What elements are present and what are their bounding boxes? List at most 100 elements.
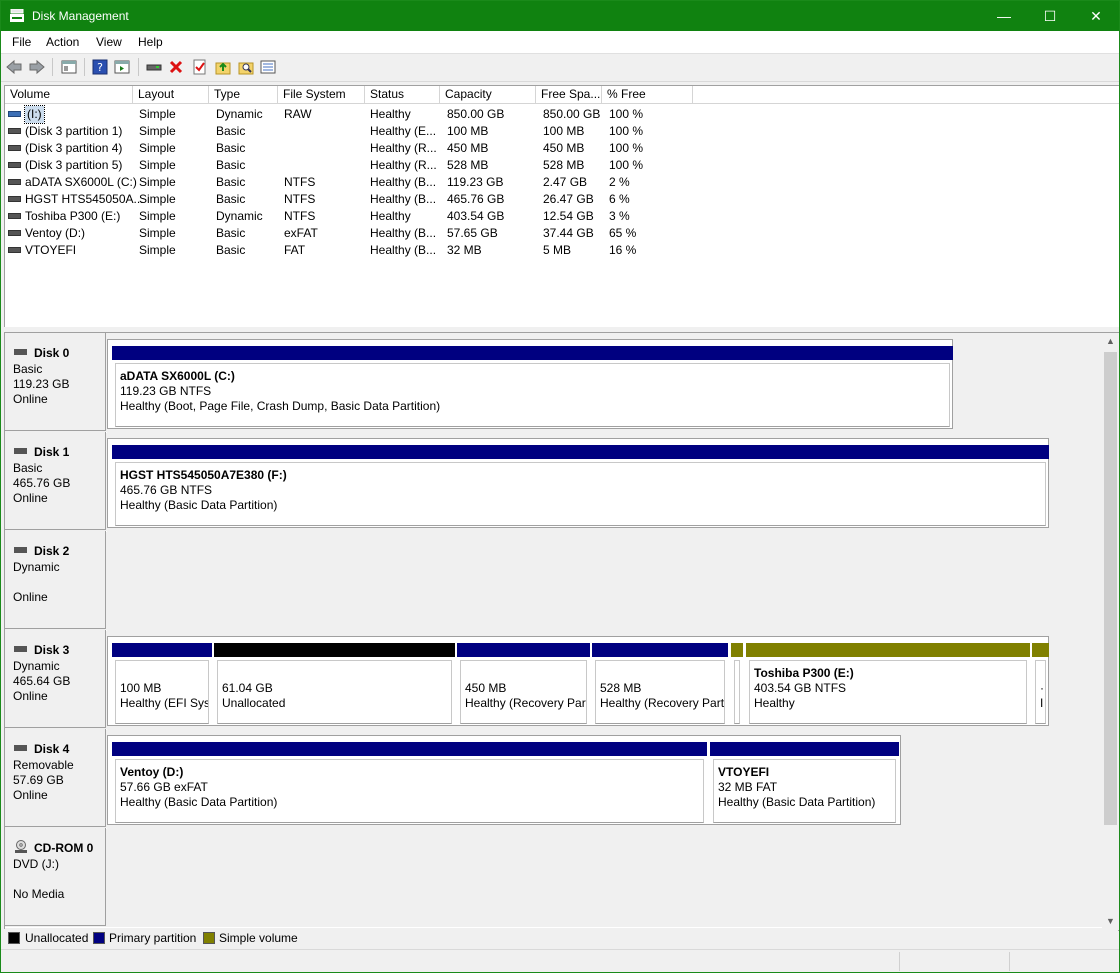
svg-text:?: ? [97, 61, 103, 74]
disk-label[interactable]: Disk 2 Dynamic Online [5, 531, 106, 629]
volume-cell-volume: VTOYEFI [25, 243, 77, 257]
forward-icon[interactable] [29, 59, 45, 75]
volume-row[interactable]: aDATA SX6000L (C:) Simple Basic NTFS Healthy… [5, 174, 1119, 191]
partition-box: 61.04 GB Unallocated [217, 660, 452, 724]
minimize-button[interactable]: — [981, 1, 1027, 31]
column-header-status[interactable]: Status [365, 86, 440, 103]
partition[interactable] [731, 643, 743, 724]
partition[interactable]: 450 MB Healthy (Recovery Part [457, 643, 590, 724]
partition[interactable]: 528 MB Healthy (Recovery Parti [592, 643, 728, 724]
partition-box: · I [1035, 660, 1046, 724]
column-header-free-space[interactable]: Free Spa... [536, 86, 602, 103]
disk-label[interactable]: CD-ROM 0 DVD (J:) No Media [5, 828, 106, 926]
partition-box: HGST HTS545050A7E380 (F:) 465.76 GB NTFS H… [115, 462, 1046, 526]
volume-cell-type: Basic [216, 158, 246, 172]
volume-row[interactable]: HGST HTS545050A... Simple Basic NTFS Healthy… [5, 191, 1119, 208]
menu-file[interactable]: File [12, 35, 31, 49]
disk-partitions-area: 100 MB Healthy (EFI Syst 61.04 GB Unallocat… [107, 630, 1103, 728]
volume-list: Volume Layout Type File System Status Ca… [4, 85, 1119, 329]
disk-row: CD-ROM 0 DVD (J:) No Media [5, 828, 1103, 928]
volume-row[interactable]: (Disk 3 partition 1) Simple Basic Healthy (… [5, 123, 1119, 140]
vertical-scrollbar[interactable]: ▲ ▼ [1102, 333, 1119, 930]
partition-size: 450 MB [465, 681, 507, 695]
partition-color-bar [457, 643, 590, 657]
partition-size: 403.54 GB NTFS [754, 681, 847, 695]
volume-row[interactable]: (I:) Simple Dynamic RAW Healthy 850.00 GB 850.… [5, 105, 1119, 124]
partition[interactable]: VTOYEFI 32 MB FAT Healthy (Basic Data Part… [710, 742, 899, 823]
legend-label-simple: Simple volume [219, 931, 298, 945]
delete-icon[interactable] [168, 59, 184, 75]
partition-box: 528 MB Healthy (Recovery Parti [595, 660, 725, 724]
disk-label[interactable]: Disk 0 Basic 119.23 GB Online [5, 333, 106, 431]
volume-cell--free: 3 % [609, 209, 630, 223]
volume-disk-icon [8, 247, 21, 253]
column-header-percent-free[interactable]: % Free [602, 86, 693, 103]
volume-cell-volume: HGST HTS545050A... [25, 192, 144, 206]
column-header-capacity[interactable]: Capacity [440, 86, 536, 103]
column-header-type[interactable]: Type [209, 86, 278, 103]
partition[interactable]: HGST HTS545050A7E380 (F:) 465.76 GB NTFS H… [112, 445, 1049, 526]
partition-status: Healthy (Basic Data Partition) [120, 795, 278, 809]
menu-action[interactable]: Action [46, 35, 79, 49]
back-icon[interactable] [6, 59, 22, 75]
partition-box: aDATA SX6000L (C:) 119.23 GB NTFS Healthy … [115, 363, 950, 427]
volume-row[interactable]: (Disk 3 partition 4) Simple Basic Healthy (… [5, 140, 1119, 157]
volume-row[interactable]: VTOYEFI Simple Basic FAT Healthy (B... 32 MB 5… [5, 242, 1119, 259]
partition[interactable]: aDATA SX6000L (C:) 119.23 GB NTFS Healthy … [112, 346, 953, 427]
volume-row[interactable]: (Disk 3 partition 5) Simple Basic Healthy (… [5, 157, 1119, 174]
partition-size: 32 MB FAT [718, 780, 778, 794]
disk-label[interactable]: Disk 3 Dynamic 465.64 GB Online [5, 630, 106, 728]
close-button[interactable]: ✕ [1073, 1, 1119, 31]
maximize-button[interactable]: ☐ [1027, 1, 1073, 31]
scroll-up-icon[interactable]: ▲ [1102, 333, 1119, 350]
disk-type: Basic [13, 461, 43, 475]
partition[interactable]: Ventoy (D:) 57.66 GB exFAT Healthy (Basic … [112, 742, 707, 823]
partition-color-bar [746, 643, 1030, 657]
disk-partition-frame: 100 MB Healthy (EFI Syst 61.04 GB Unallocat… [107, 636, 1049, 726]
window-title: Disk Management [32, 9, 129, 23]
volume-cell-free-spa: 100 MB [543, 124, 585, 138]
partition-size: 61.04 GB [222, 681, 273, 695]
column-header-file-system[interactable]: File System [278, 86, 365, 103]
scrollbar-thumb[interactable] [1104, 352, 1117, 825]
properties-check-icon[interactable] [192, 59, 208, 75]
menu-help[interactable]: Help [138, 35, 163, 49]
show-action-pane-icon[interactable] [114, 59, 130, 75]
partition-size: · [1040, 681, 1044, 695]
volume-cell-free-spa: 2.47 GB [543, 175, 588, 189]
disk-name: Disk 1 [34, 445, 70, 459]
partition[interactable]: 100 MB Healthy (EFI Syst [112, 643, 212, 724]
volume-row[interactable]: Toshiba P300 (E:) Simple Dynamic NTFS Health… [5, 208, 1119, 225]
partition[interactable]: · I [1032, 643, 1049, 724]
column-header-layout[interactable]: Layout [133, 86, 209, 103]
partition-box: VTOYEFI 32 MB FAT Healthy (Basic Data Part… [713, 759, 896, 823]
volume-cell-layout: Simple [139, 124, 176, 138]
volume-cell-capacity: 119.23 GB [447, 175, 504, 189]
volume-cell-type: Basic [216, 192, 246, 206]
connect-disk-icon[interactable] [146, 59, 162, 75]
volume-cell-layout: Simple [139, 192, 176, 206]
column-header-volume[interactable]: Volume [5, 86, 133, 103]
unallocated-space[interactable]: 61.04 GB Unallocated [214, 643, 455, 724]
list-view-icon[interactable] [260, 59, 276, 75]
disk-type: Dynamic [13, 659, 60, 673]
disk-name: Disk 3 [34, 643, 70, 657]
up-folder-icon[interactable] [215, 59, 231, 75]
volume-disk-icon [8, 145, 21, 151]
menu-view[interactable]: View [96, 35, 122, 49]
volume-row[interactable]: Ventoy (D:) Simple Basic exFAT Healthy (B...… [5, 225, 1119, 242]
disk-label[interactable]: Disk 4 Removable 57.69 GB Online [5, 729, 106, 827]
volume-cell--free: 6 % [609, 192, 630, 206]
disk-row: Disk 0 Basic 119.23 GB Online aDATA SX6000L … [5, 333, 1103, 433]
help-icon[interactable]: ? [92, 59, 108, 75]
volume-cell-volume: (I:) [24, 105, 45, 124]
partition[interactable]: Toshiba P300 (E:) 403.54 GB NTFS Healthy [746, 643, 1030, 724]
disk-status: Online [13, 689, 48, 703]
show-hide-console-tree-icon[interactable] [61, 59, 77, 75]
disk-partitions-area: HGST HTS545050A7E380 (F:) 465.76 GB NTFS H… [107, 432, 1103, 530]
volume-cell-layout: Simple [139, 175, 176, 189]
search-folder-icon[interactable] [238, 59, 254, 75]
scroll-down-icon[interactable]: ▼ [1102, 913, 1119, 930]
volume-cell--free: 100 % [609, 124, 644, 138]
disk-label[interactable]: Disk 1 Basic 465.76 GB Online [5, 432, 106, 530]
